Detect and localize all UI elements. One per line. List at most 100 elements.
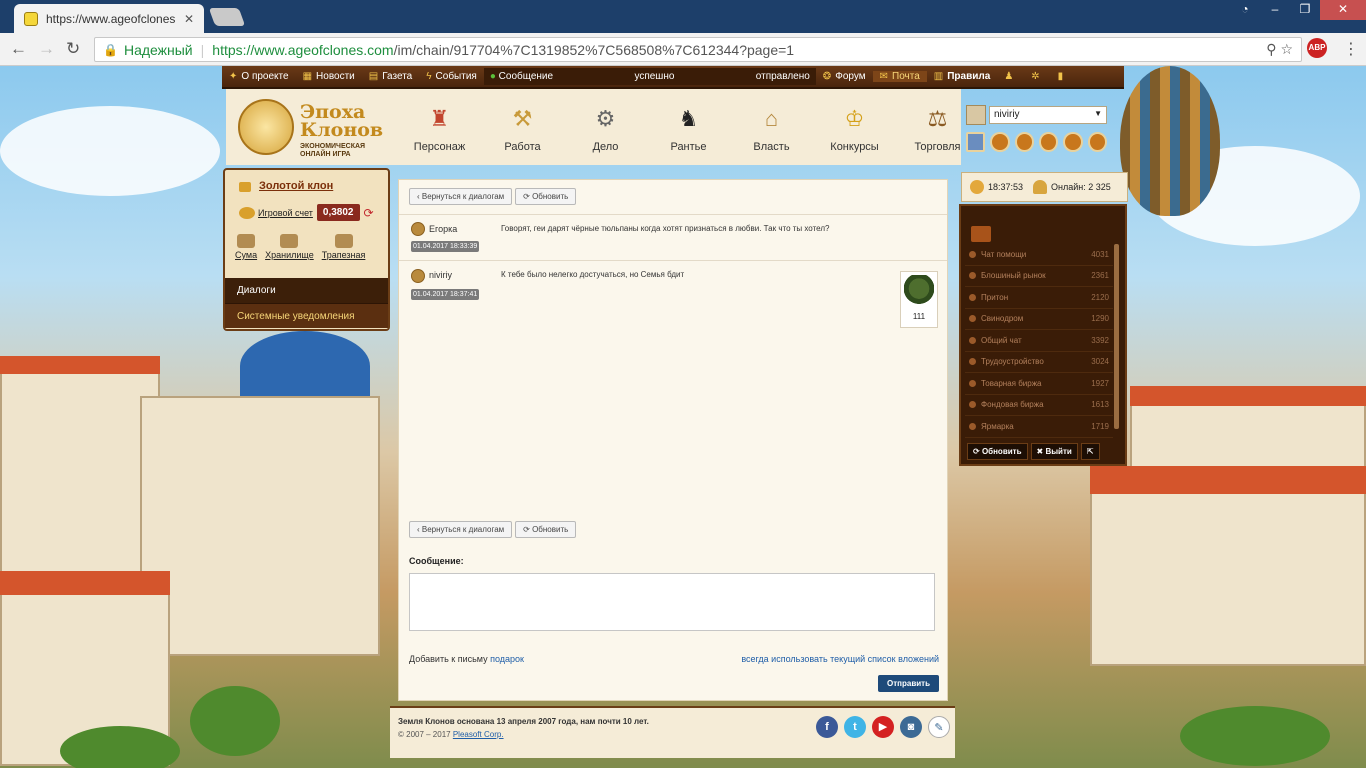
chat-item[interactable]: Чат помощи 4031 [965, 244, 1113, 266]
twitter-icon[interactable]: t [844, 716, 866, 738]
window-controls: ◔ – ❐ ✕ [1230, 0, 1366, 20]
family-icon[interactable] [966, 132, 986, 152]
url-input[interactable]: 🔒 Надежный | https://www.ageofclones.com… [94, 37, 1302, 62]
menu-newspaper[interactable]: ▤ Газета [362, 71, 420, 82]
refresh-icon[interactable]: ⟳ [364, 206, 374, 220]
url-host: https://www.ageofclones.com [212, 41, 394, 58]
chat-scrollbar[interactable] [1114, 244, 1119, 429]
chat-count: 1719 [1091, 421, 1109, 431]
youtube-icon[interactable]: ▶ [872, 716, 894, 738]
notification-status-1: успешно [634, 71, 675, 82]
chat-item[interactable]: Фондовая биржа 1613 [965, 395, 1113, 416]
nav-rentier[interactable]: ♞ Рантье [647, 103, 730, 153]
chat-count: 2120 [1091, 292, 1109, 302]
account-link[interactable]: Игровой счет [258, 208, 313, 218]
message-author[interactable]: Егорка [429, 224, 457, 234]
chat-tab[interactable] [971, 226, 991, 242]
browser-tab[interactable]: https://www.ageofclones ✕ [14, 4, 204, 33]
nav-contests[interactable]: ♔ Конкурсы [813, 103, 896, 153]
new-tab-button[interactable] [208, 8, 246, 26]
gold-clone-link[interactable]: Золотой клон [259, 180, 333, 192]
tab-title: https://www.ageofclones [46, 11, 176, 26]
chat-item[interactable]: Общий чат 3392 [965, 330, 1113, 352]
instagram-icon[interactable]: ◙ [900, 716, 922, 738]
settings-gear-icon[interactable]: ✲ [1024, 71, 1050, 82]
gift-link[interactable]: подарок [490, 654, 524, 664]
dining-link[interactable]: Трапезная [322, 234, 365, 260]
chat-refresh-button[interactable]: ⟳ Обновить [967, 443, 1028, 460]
tab-close-icon[interactable]: ✕ [184, 12, 194, 26]
send-button[interactable]: Отправить [878, 675, 939, 692]
status-icon-2[interactable] [1014, 132, 1034, 152]
add-to-letter-label: Добавить к письму [409, 654, 488, 664]
chat-item[interactable]: Притон 2120 [965, 287, 1113, 309]
maximize-icon[interactable]: ❐ [1290, 0, 1320, 20]
gold-icon [239, 182, 251, 192]
status-notification: ● Сообщение успешно отправлено [483, 68, 816, 85]
user-select[interactable]: niviriy ▼ [989, 106, 1107, 124]
logo-title-2: Клонов [300, 119, 384, 141]
info-icon: ● [489, 71, 496, 82]
chat-item[interactable]: Ярмарка 1719 [965, 416, 1113, 438]
external-link-icon[interactable]: ⇱ [1080, 443, 1100, 460]
message-author[interactable]: niviriy [429, 270, 452, 280]
status-icon-3[interactable] [1038, 132, 1059, 152]
menu-forum[interactable]: ❂ Форум [816, 71, 873, 82]
dialog-content: ‹ Вернуться к диалогам ⟳ Обновить Егорка… [398, 179, 948, 701]
refresh-button[interactable]: ⟳ Обновить [515, 188, 577, 205]
refresh-icon: ⟳ [973, 447, 982, 456]
menu-rules[interactable]: ▥ Правила [927, 71, 998, 82]
browser-menu-icon[interactable]: ⋮ [1343, 39, 1359, 59]
nav-character[interactable]: ♜ Персонаж [398, 103, 481, 153]
status-icon-4[interactable] [1063, 132, 1083, 152]
status-icon-5[interactable] [1087, 132, 1107, 152]
back-to-dialogs-button[interactable]: ‹ Вернуться к диалогам [409, 521, 513, 538]
menu-events[interactable]: ϟ События [419, 71, 484, 82]
facebook-icon[interactable]: f [816, 716, 838, 738]
window-close-icon[interactable]: ✕ [1320, 0, 1366, 20]
back-to-dialogs-button[interactable]: ‹ Вернуться к диалогам [409, 188, 513, 205]
corp-link[interactable]: Pleasoft Corp. [453, 730, 504, 739]
storage-link[interactable]: Хранилище [265, 234, 314, 260]
minimize-icon[interactable]: – [1260, 0, 1290, 20]
livejournal-icon[interactable]: ✎ [928, 716, 950, 738]
chat-dot-icon [969, 422, 976, 430]
chat-buttons: ⟳ Обновить ✖ Выйти ⇱ [967, 443, 1103, 460]
chat-item[interactable]: Трудоустройство 3024 [965, 352, 1113, 373]
profile-icon[interactable]: ♟ [997, 71, 1024, 82]
bag-link[interactable]: Сума [235, 234, 257, 260]
chat-dot-icon [969, 401, 976, 409]
nav-power[interactable]: ⌂ Власть [730, 103, 813, 153]
site-logo[interactable]: Эпоха Клонов ЭКОНОМИЧЕСКАЯ ОНЛАЙН ИГРА [238, 99, 388, 161]
nav-business[interactable]: ⚙ Дело [564, 103, 647, 153]
online-icon [1033, 180, 1048, 194]
avatar[interactable] [411, 269, 425, 283]
user-icon[interactable]: ◔ [1230, 0, 1260, 20]
menu-system-notifications[interactable]: Системные уведомления [225, 303, 388, 328]
forward-arrow-icon[interactable]: → [38, 39, 55, 59]
refresh-button[interactable]: ⟳ Обновить [515, 521, 577, 538]
user-row: niviriy ▼ [966, 105, 1112, 125]
back-arrow-icon[interactable]: ← [10, 39, 27, 59]
adblock-icon[interactable]: ABP [1307, 38, 1327, 58]
avatar[interactable] [966, 105, 986, 125]
gift-item[interactable]: 111 [900, 271, 938, 328]
chat-item[interactable]: Товарная биржа 1927 [965, 373, 1113, 395]
zoom-and-star-icons[interactable]: ⚲ ☆ [1266, 41, 1293, 58]
message-textarea[interactable] [409, 573, 935, 631]
chat-exit-button[interactable]: ✖ Выйти [1030, 443, 1078, 460]
nav-work[interactable]: ⚒ Работа [481, 103, 564, 153]
status-icon-1[interactable] [990, 132, 1010, 152]
chat-item[interactable]: Блошиный рынок 2361 [965, 266, 1113, 287]
menu-about[interactable]: ✦ О проекте [222, 71, 296, 82]
attachments-link[interactable]: всегда использовать текущий список вложе… [741, 654, 939, 664]
avatar[interactable] [411, 222, 425, 236]
reload-icon[interactable]: ↻ [66, 39, 80, 59]
menu-dialogs[interactable]: Диалоги [225, 278, 388, 303]
menu-news[interactable]: ▦ Новости [296, 71, 362, 82]
clock-icon [970, 180, 984, 194]
notes-icon[interactable]: ▮ [1051, 71, 1075, 82]
chat-item[interactable]: Свинодром 1290 [965, 309, 1113, 330]
divider [399, 260, 947, 261]
menu-mail[interactable]: ✉ Почта [872, 71, 927, 82]
